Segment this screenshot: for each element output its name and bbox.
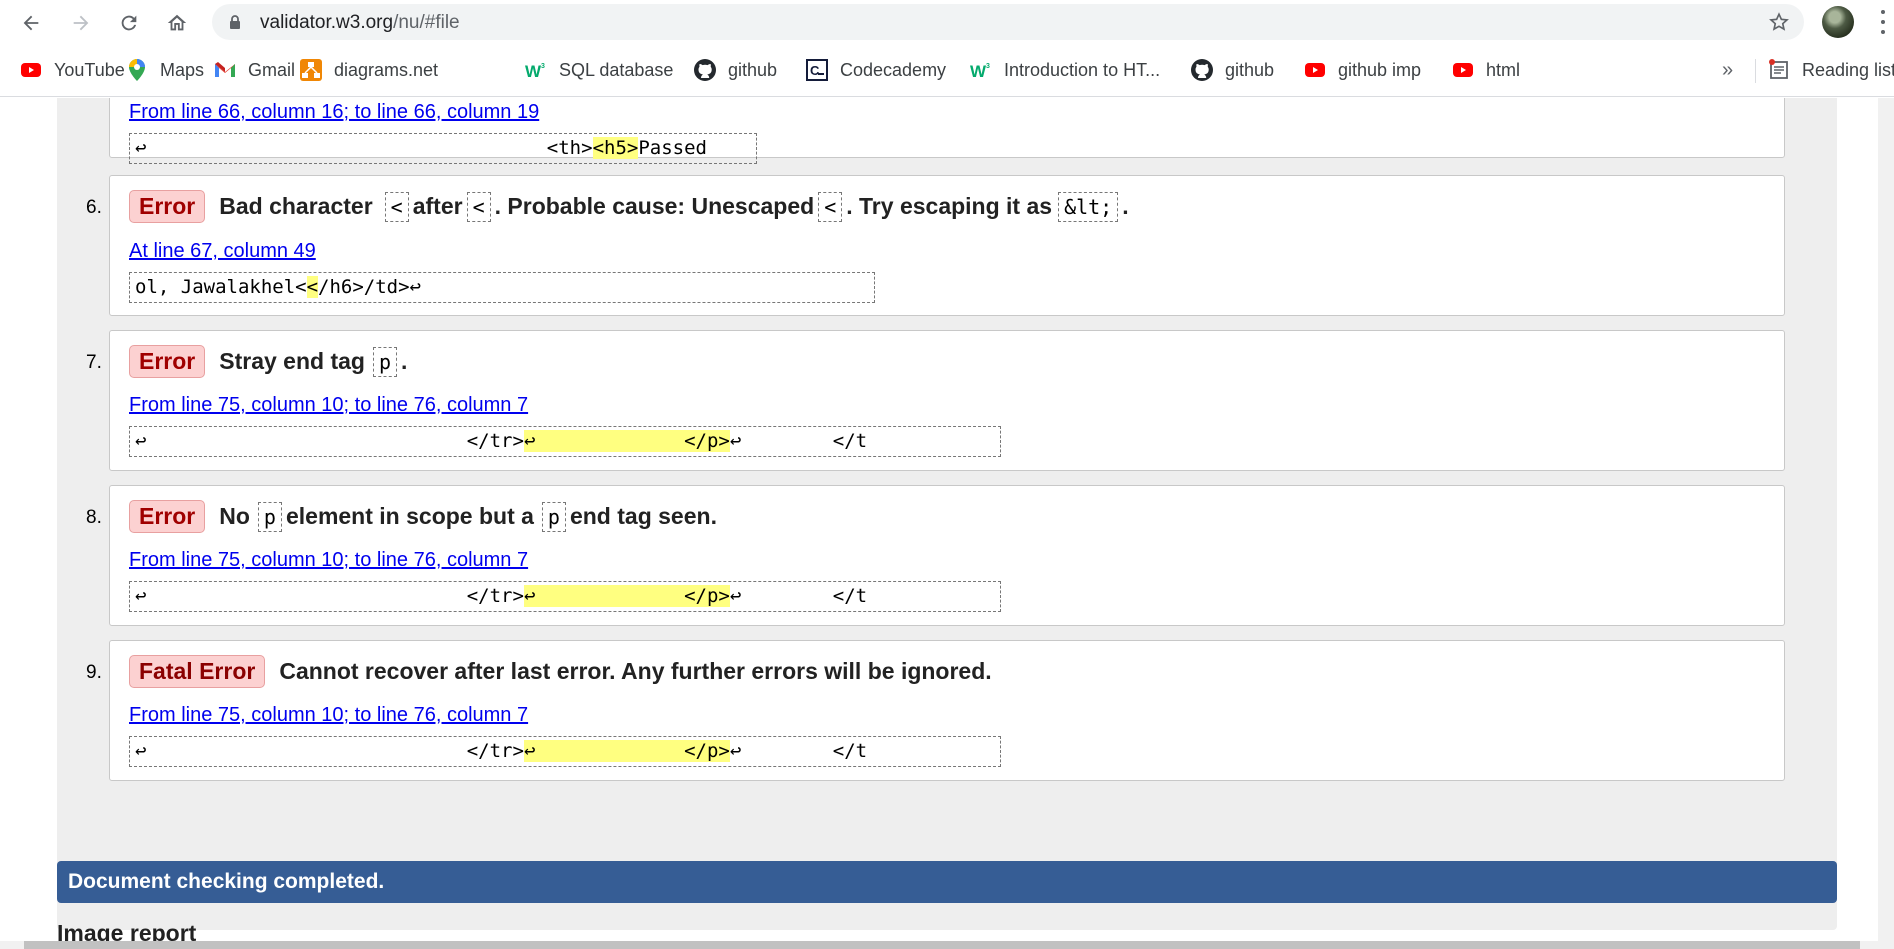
bookmark-label: github imp [1338,59,1422,80]
bookmark-github-imp[interactable]: github imp [1304,57,1421,83]
home-button[interactable] [162,8,192,38]
address-bar[interactable]: validator.w3.org/nu/#file [212,4,1804,40]
bookmark-introduction-to-html[interactable]: W3 Introduction to HT... [970,57,1160,83]
status-bar: Document checking completed. [57,861,1837,903]
error-badge: Error [129,500,206,533]
bookmark-label: html [1486,59,1521,80]
bookmark-label: SQL database [559,59,674,80]
maps-icon [126,59,148,81]
error-badge: Error [129,190,206,223]
code-extract: ol, Jawalakhel<</h6>/td>↩ [129,272,875,303]
message-item-partial: From line 66, column 16; to line 66, col… [109,98,1785,164]
bookmark-gmail[interactable]: Gmail [214,57,295,83]
bookmark-star-icon[interactable] [1768,11,1790,33]
back-button[interactable] [16,8,46,38]
youtube-icon [1452,59,1474,81]
location-link[interactable]: From line 75, column 10; to line 76, col… [129,549,528,572]
bookmark-label: Introduction to HT... [1004,59,1161,80]
url-text: validator.w3.org/nu/#file [260,12,460,33]
message-number: 8. [86,507,102,528]
bookmark-label: Gmail [248,59,296,80]
forward-button[interactable] [66,8,96,38]
diagrams-icon [300,59,322,81]
message-text: Error Stray end tag p . [129,345,407,378]
location-link[interactable]: At line 67, column 49 [129,240,316,263]
message-item: Error Stray end tag p . From line 75, co… [109,330,1785,471]
code-extract: ↩ <th><h5>Passed [129,133,757,164]
browser-menu-button[interactable] [1880,10,1886,34]
code-extract: ↩ </tr>↩ </p>↩ </t [129,736,1001,767]
bookmark-sql-database[interactable]: W3 SQL database [525,57,673,83]
home-icon [167,14,187,31]
browser-toolbar: validator.w3.org/nu/#file [0,0,1894,45]
bookmark-label: Codecademy [840,59,947,80]
bookmark-label: YouTube [54,59,125,80]
bookmark-label: Maps [160,59,205,80]
bookmark-html[interactable]: html [1452,57,1520,83]
bookmarks-overflow-button[interactable]: » [1722,59,1733,82]
svg-text:3: 3 [986,63,990,70]
reading-list-label: Reading list [1802,59,1894,80]
lock-icon [230,15,240,29]
bookmark-github-2[interactable]: github [1191,57,1274,83]
bookmark-diagrams[interactable]: diagrams.net [300,57,438,83]
reload-button[interactable] [114,8,144,38]
bookmark-label: github [1225,59,1275,80]
bookmarks-bar: YouTube Maps Gmail diagrams.net W3 SQL d… [0,45,1894,97]
reading-list-icon [1768,59,1790,81]
bookmark-github[interactable]: github [694,57,777,83]
arrow-right-icon [73,15,89,31]
github-icon [1191,59,1213,81]
message-number: 7. [86,352,102,373]
bookmarks-divider [1755,59,1756,83]
location-link[interactable]: From line 75, column 10; to line 76, col… [129,394,528,417]
reading-list-button[interactable]: Reading list [1768,57,1894,83]
gmail-icon [214,59,236,81]
code-extract: ↩ </tr>↩ </p>↩ </t [129,426,1001,457]
bookmark-youtube[interactable]: YouTube [20,57,125,83]
bookmark-label: github [728,59,778,80]
bookmark-maps[interactable]: Maps [126,57,204,83]
svg-text:C: C [810,63,820,78]
w3schools-icon: W3 [525,59,547,81]
page-viewport: From line 66, column 16; to line 66, col… [0,98,1878,941]
fatal-error-badge: Fatal Error [129,655,266,688]
message-item: Error No p element in scope but a p end … [109,485,1785,626]
message-item: Error Bad character < after < . Probable… [109,175,1785,316]
message-text: Error No p element in scope but a p end … [129,500,717,533]
location-link[interactable]: From line 75, column 10; to line 76, col… [129,704,528,727]
location-link[interactable]: From line 66, column 16; to line 66, col… [129,101,539,124]
vertical-scrollbar[interactable] [1878,98,1894,941]
bookmark-label: diagrams.net [334,59,439,80]
code-extract: ↩ </tr>↩ </p>↩ </t [129,581,1001,612]
message-item: Fatal Error Cannot recover after last er… [109,640,1785,781]
message-number: 9. [86,662,102,683]
error-badge: Error [129,345,206,378]
bookmark-codecademy[interactable]: C Codecademy [806,57,946,83]
w3schools-icon: W3 [970,59,992,81]
message-text: Error Bad character < after < . Probable… [129,190,1129,223]
section-heading: Image report [57,920,197,941]
message-text: Fatal Error Cannot recover after last er… [129,655,992,688]
svg-text:W: W [525,62,542,79]
github-icon [694,59,716,81]
message-number: 6. [86,197,102,218]
codecademy-icon: C [806,59,828,81]
profile-avatar[interactable] [1822,6,1854,38]
svg-text:W: W [970,62,987,79]
youtube-icon [20,59,42,81]
svg-text:3: 3 [541,63,545,70]
arrow-left-icon [23,15,39,31]
horizontal-scrollbar-thumb[interactable] [24,941,1860,949]
reload-icon [121,15,137,31]
youtube-icon [1304,59,1326,81]
